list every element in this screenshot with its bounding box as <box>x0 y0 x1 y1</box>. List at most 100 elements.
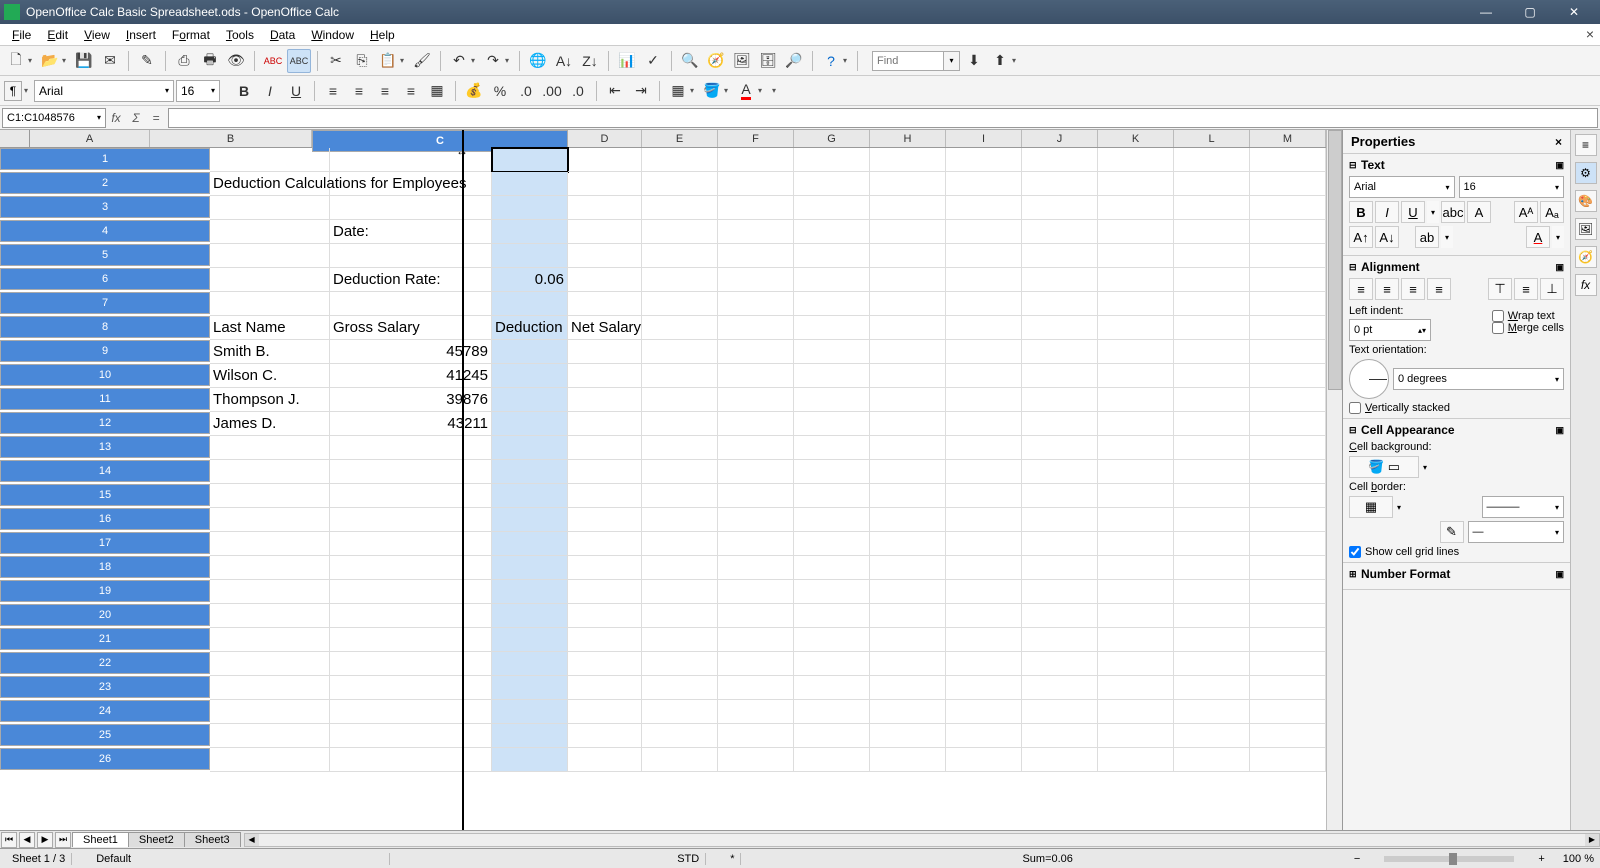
cell[interactable] <box>1250 532 1326 556</box>
cell[interactable] <box>1098 172 1174 196</box>
cell[interactable] <box>1250 244 1326 268</box>
cell[interactable] <box>718 532 794 556</box>
cell[interactable]: 0.06 <box>492 268 568 292</box>
decrease-indent-icon[interactable]: ⇤ <box>603 79 627 103</box>
cell[interactable] <box>1174 460 1250 484</box>
row-header[interactable]: 15 <box>0 484 210 506</box>
cell[interactable] <box>718 508 794 532</box>
zoom-slider[interactable] <box>1384 856 1514 862</box>
cell[interactable] <box>1022 508 1098 532</box>
cell[interactable] <box>1022 412 1098 436</box>
formula-input[interactable] <box>168 108 1598 128</box>
increase-indent-icon[interactable]: ⇥ <box>629 79 653 103</box>
cell[interactable] <box>1174 580 1250 604</box>
menu-data[interactable]: Data <box>262 26 303 44</box>
cell[interactable] <box>794 484 870 508</box>
cell[interactable] <box>1250 388 1326 412</box>
cell[interactable] <box>642 724 718 748</box>
row-header[interactable]: 16 <box>0 508 210 530</box>
sidebar-highlight-icon[interactable]: ab <box>1415 226 1439 248</box>
cell[interactable]: Date: <box>330 220 492 244</box>
find-input[interactable] <box>872 51 944 71</box>
cell[interactable] <box>718 148 794 172</box>
cell[interactable] <box>1098 484 1174 508</box>
select-all-corner[interactable] <box>0 130 30 147</box>
cell[interactable] <box>1022 268 1098 292</box>
cell[interactable] <box>210 676 330 700</box>
cell[interactable] <box>870 532 946 556</box>
cell[interactable] <box>1250 580 1326 604</box>
cell[interactable] <box>1022 460 1098 484</box>
cell[interactable] <box>870 484 946 508</box>
cell[interactable] <box>718 652 794 676</box>
cell[interactable] <box>568 388 642 412</box>
cell[interactable] <box>568 508 642 532</box>
font-name-select[interactable]: Arial▾ <box>34 80 174 102</box>
cell[interactable] <box>794 316 870 340</box>
cell[interactable] <box>1098 244 1174 268</box>
sidebar-navigator-icon[interactable]: 🧭 <box>1575 246 1597 268</box>
cell[interactable] <box>1250 268 1326 292</box>
sidebar-gallery-icon[interactable]: 🖼 <box>1575 218 1597 240</box>
cell[interactable] <box>794 340 870 364</box>
cell[interactable] <box>870 148 946 172</box>
cell[interactable] <box>718 196 794 220</box>
cell[interactable] <box>1098 652 1174 676</box>
gallery-icon[interactable]: 🖼 <box>730 49 754 73</box>
sidebar-menu-icon[interactable]: ≡ <box>1575 134 1597 156</box>
cell[interactable] <box>946 748 1022 772</box>
cell[interactable]: 41245 <box>330 364 492 388</box>
cell[interactable] <box>870 220 946 244</box>
cell[interactable] <box>330 700 492 724</box>
status-mode[interactable]: STD <box>671 853 706 865</box>
row-header[interactable]: 17 <box>0 532 210 554</box>
zoom-icon[interactable]: 🔎 <box>782 49 806 73</box>
new-doc-icon[interactable]: 🗋 <box>4 49 28 73</box>
cell[interactable] <box>1174 676 1250 700</box>
cell[interactable] <box>1098 532 1174 556</box>
cell[interactable] <box>210 244 330 268</box>
cell[interactable] <box>492 244 568 268</box>
cell[interactable] <box>1174 364 1250 388</box>
cell[interactable] <box>1250 628 1326 652</box>
equals-icon[interactable]: = <box>146 108 166 128</box>
cell[interactable] <box>718 556 794 580</box>
cell[interactable] <box>210 196 330 220</box>
number-icon[interactable]: .0 <box>514 79 538 103</box>
cell[interactable] <box>870 652 946 676</box>
cell[interactable] <box>794 652 870 676</box>
cell[interactable] <box>568 532 642 556</box>
cell[interactable] <box>1022 532 1098 556</box>
cell[interactable] <box>210 580 330 604</box>
cell[interactable] <box>568 460 642 484</box>
cell[interactable]: 45789 <box>330 340 492 364</box>
cell[interactable] <box>870 556 946 580</box>
show-gridlines-checkbox[interactable]: Show cell grid lines <box>1349 546 1564 558</box>
cell[interactable] <box>210 460 330 484</box>
percent-icon[interactable]: % <box>488 79 512 103</box>
cell[interactable] <box>330 532 492 556</box>
border-color-select[interactable]: —▾ <box>1468 521 1565 543</box>
cell[interactable] <box>1174 268 1250 292</box>
align-justify-icon[interactable]: ≡ <box>399 79 423 103</box>
cell[interactable] <box>642 268 718 292</box>
cell[interactable] <box>946 412 1022 436</box>
cell[interactable] <box>718 268 794 292</box>
cell[interactable] <box>946 556 1022 580</box>
navigator-icon[interactable]: 🧭 <box>704 49 728 73</box>
email-icon[interactable]: ✉ <box>98 49 122 73</box>
col-header-H[interactable]: H <box>870 130 946 147</box>
cell[interactable] <box>330 676 492 700</box>
cell[interactable] <box>718 316 794 340</box>
col-header-J[interactable]: J <box>1022 130 1098 147</box>
cell[interactable] <box>330 292 492 316</box>
cell[interactable] <box>718 244 794 268</box>
cell[interactable] <box>642 748 718 772</box>
border-style-select[interactable]: ———▾ <box>1482 496 1565 518</box>
cell[interactable] <box>794 604 870 628</box>
open-icon[interactable]: 📂 <box>38 49 62 73</box>
cell[interactable] <box>568 604 642 628</box>
cut-icon[interactable]: ✂ <box>324 49 348 73</box>
row-header[interactable]: 14 <box>0 460 210 482</box>
cell[interactable] <box>568 292 642 316</box>
